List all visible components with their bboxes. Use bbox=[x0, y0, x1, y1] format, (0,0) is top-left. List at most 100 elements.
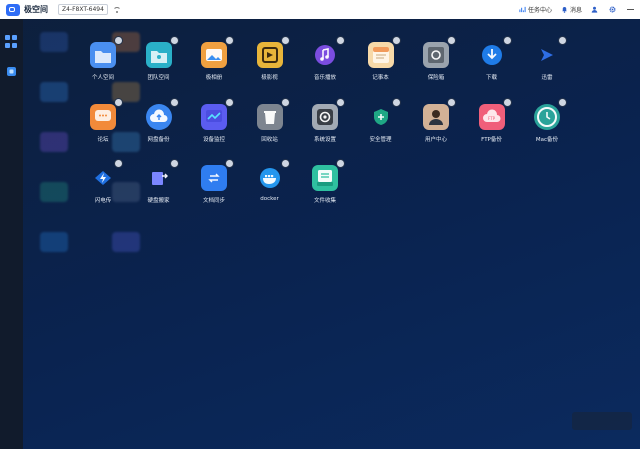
app-tile[interactable]: 硬盘搬家 bbox=[129, 160, 189, 223]
app-tile[interactable]: 迅雷 bbox=[517, 37, 577, 100]
bell-icon bbox=[562, 7, 567, 13]
music-icon-glyph bbox=[315, 45, 335, 65]
ghost-tile bbox=[40, 182, 68, 202]
app-tile[interactable]: 系统设置 bbox=[295, 98, 355, 162]
lock-badge-icon bbox=[392, 37, 400, 44]
app-logo-icon bbox=[6, 3, 20, 16]
lock-badge-icon bbox=[281, 98, 289, 106]
app-tile[interactable]: 极相册 bbox=[184, 37, 244, 100]
sidebar-item-apps[interactable] bbox=[5, 35, 18, 48]
app-label: 记事本 bbox=[372, 75, 389, 81]
app-label: 极影视 bbox=[261, 75, 278, 81]
minimize-button[interactable] bbox=[627, 8, 634, 11]
sync-icon-glyph bbox=[206, 170, 222, 186]
app-label: 团队空间 bbox=[147, 75, 170, 81]
ghost-tile bbox=[112, 232, 140, 252]
app-tile[interactable]: docker bbox=[240, 160, 300, 223]
sidebar-item-app[interactable] bbox=[5, 63, 18, 76]
safe-icon-glyph bbox=[428, 47, 444, 63]
trash-icon bbox=[256, 98, 289, 130]
messages-button[interactable]: 消息 bbox=[561, 5, 582, 14]
app-label: FTP备份 bbox=[481, 136, 502, 143]
ghost-tile bbox=[40, 82, 68, 102]
app-tile[interactable]: 团队空间 bbox=[129, 37, 189, 100]
app-label: 下载 bbox=[485, 75, 497, 81]
app-label: 极相册 bbox=[205, 75, 223, 81]
app-label: 迅雷 bbox=[541, 75, 553, 81]
app-label: Mac备份 bbox=[535, 136, 559, 143]
lock-badge-icon bbox=[448, 37, 455, 44]
safe-icon bbox=[423, 37, 455, 68]
forum-icon bbox=[90, 98, 122, 130]
lock-badge-icon bbox=[115, 98, 122, 106]
app-tile[interactable]: 下载 bbox=[462, 37, 522, 100]
team-folder-icon-glyph bbox=[150, 51, 167, 63]
ftp-icon: FTP bbox=[478, 98, 511, 130]
app-label: 个人空间 bbox=[91, 75, 114, 81]
app-label: 保险箱 bbox=[427, 75, 445, 81]
task-center-label: 任务中心 bbox=[527, 7, 552, 14]
lock-badge-icon bbox=[170, 98, 178, 106]
app-tile[interactable]: 用户中心 bbox=[406, 98, 466, 162]
user-button[interactable] bbox=[591, 6, 600, 13]
app-tile[interactable]: 文档同步 bbox=[184, 160, 244, 223]
lock-badge-icon bbox=[226, 98, 233, 106]
app-label: 用户中心 bbox=[424, 136, 447, 143]
lock-badge-icon bbox=[337, 98, 344, 106]
lock-badge-icon bbox=[559, 37, 566, 44]
app-label: 论坛 bbox=[97, 136, 109, 143]
task-center-button[interactable]: 任务中心 bbox=[519, 5, 552, 14]
download-icon-glyph bbox=[481, 45, 502, 65]
device-selector[interactable]: Z4-F8XT-6494 bbox=[58, 4, 108, 15]
app-name: 极空间 bbox=[24, 5, 48, 14]
docker-icon-glyph bbox=[259, 168, 280, 188]
app-tile[interactable]: 极影视 bbox=[240, 37, 300, 100]
app-tile[interactable]: 个人空间 bbox=[73, 37, 133, 100]
notification-toast bbox=[572, 412, 632, 430]
app-label: 硬盘搬家 bbox=[147, 198, 170, 204]
app-label: 闪电传 bbox=[94, 198, 112, 204]
app-tile[interactable]: 回收站 bbox=[240, 98, 300, 162]
app-tile[interactable]: Mac备份 bbox=[517, 98, 577, 162]
app-tile[interactable]: 文件收集 bbox=[295, 160, 355, 223]
app-tile[interactable]: 网盘备份 bbox=[129, 98, 189, 162]
messages-label: 消息 bbox=[569, 7, 582, 14]
user-icon bbox=[423, 98, 455, 130]
app-tile[interactable]: 闪电传 bbox=[73, 160, 133, 223]
app-label: 文档同步 bbox=[202, 198, 225, 204]
app-label: 系统设置 bbox=[313, 136, 336, 143]
lock-badge-icon bbox=[115, 160, 122, 167]
app-icon bbox=[7, 67, 16, 76]
app-tile[interactable]: 音乐播放 bbox=[295, 37, 355, 100]
file-collect-icon bbox=[312, 160, 344, 191]
app-label: 音乐播放 bbox=[313, 75, 336, 81]
trash-icon-glyph bbox=[263, 110, 276, 124]
notepad-icon-glyph bbox=[372, 47, 389, 63]
lock-badge-icon bbox=[337, 37, 344, 44]
flash-transfer-icon-glyph bbox=[95, 171, 111, 185]
music-icon bbox=[312, 37, 344, 68]
gear-icon bbox=[609, 6, 616, 13]
disk-move-icon bbox=[146, 160, 178, 191]
app-tile[interactable]: 保险箱 bbox=[406, 37, 466, 100]
app-tile[interactable]: 设备监控 bbox=[184, 98, 244, 162]
app-tile[interactable]: FTP FTP备份 bbox=[462, 98, 522, 162]
download-icon bbox=[479, 37, 511, 68]
lock-badge-icon bbox=[170, 37, 178, 44]
video-icon bbox=[256, 37, 289, 68]
grid-cell bbox=[12, 35, 17, 40]
app-label: 网盘备份 bbox=[147, 136, 170, 143]
settings-button[interactable] bbox=[609, 6, 618, 13]
cloud-backup-icon bbox=[145, 98, 178, 130]
lock-badge-icon bbox=[503, 37, 511, 44]
photo-icon bbox=[201, 37, 233, 68]
app-tile[interactable]: 安全管理 bbox=[351, 98, 411, 162]
lock-badge-icon bbox=[337, 160, 344, 167]
shield-icon bbox=[368, 98, 400, 130]
app-tile[interactable]: 论坛 bbox=[73, 98, 133, 162]
app-tile[interactable]: 记事本 bbox=[351, 37, 411, 100]
video-icon-glyph bbox=[261, 47, 278, 63]
ghost-tile bbox=[40, 132, 68, 152]
lock-badge-icon bbox=[226, 160, 233, 167]
title-bar: 极空间 Z4-F8XT-6494 任务中心 消息 bbox=[0, 0, 640, 19]
